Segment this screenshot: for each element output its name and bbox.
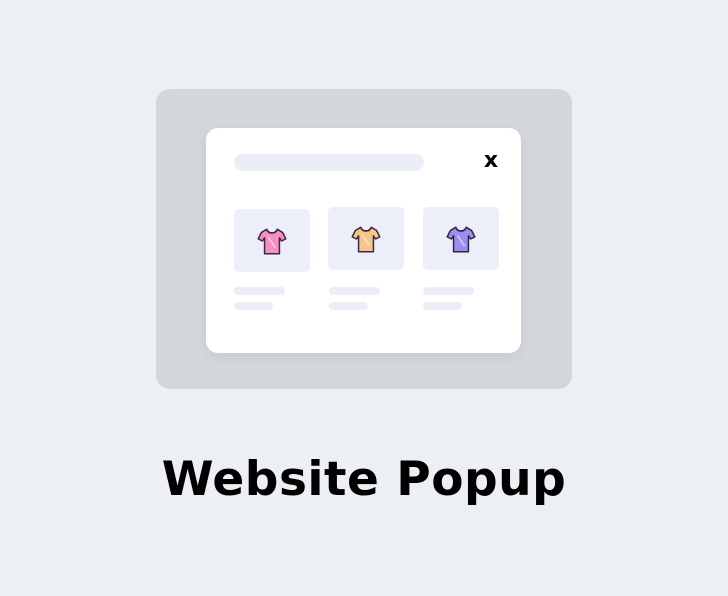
product-title-placeholder bbox=[423, 287, 474, 295]
product-price-placeholder bbox=[329, 302, 368, 310]
page-caption: Website Popup bbox=[161, 452, 567, 507]
product-card[interactable] bbox=[328, 207, 404, 270]
product-price-placeholder bbox=[423, 302, 462, 310]
popup-window: x bbox=[206, 128, 521, 353]
popup-title-placeholder bbox=[234, 154, 424, 171]
product-title-placeholder bbox=[234, 287, 285, 295]
tshirt-icon bbox=[257, 228, 287, 254]
tshirt-icon bbox=[351, 226, 381, 252]
tshirt-icon bbox=[446, 226, 476, 252]
product-card[interactable] bbox=[423, 207, 499, 270]
close-button[interactable]: x bbox=[479, 148, 503, 174]
product-price-placeholder bbox=[234, 302, 273, 310]
product-title-placeholder bbox=[329, 287, 380, 295]
product-card[interactable] bbox=[234, 209, 310, 272]
